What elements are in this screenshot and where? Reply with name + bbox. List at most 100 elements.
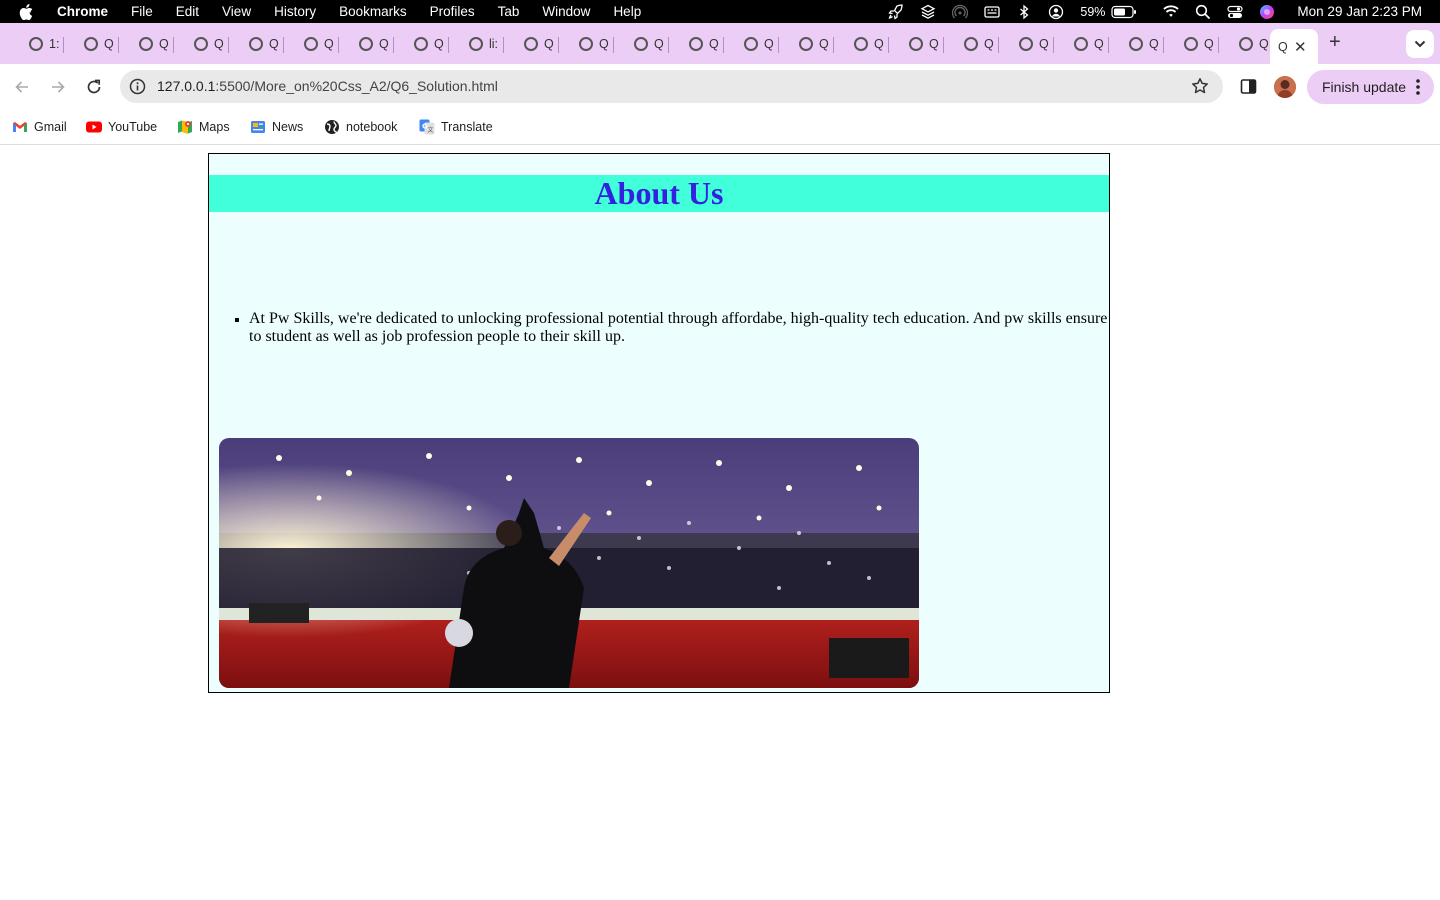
tab-label: Q (1204, 37, 1214, 51)
tab-favicon-globe-icon (359, 37, 373, 51)
back-button[interactable] (10, 75, 34, 99)
bookmark-news[interactable]: News (250, 118, 303, 136)
menu-file[interactable]: File (131, 4, 153, 19)
tab-favicon-globe-icon (744, 37, 758, 51)
tab-item[interactable]: Q (944, 30, 999, 58)
profile-avatar[interactable] (1274, 76, 1296, 98)
tab-item[interactable]: Q (999, 30, 1054, 58)
menu-window[interactable]: Window (542, 4, 590, 19)
web-page: About Us At Pw Skills, we're dedicated t… (0, 145, 1440, 900)
bluetooth-icon[interactable] (1016, 4, 1032, 20)
tab-label: li: (489, 37, 499, 51)
tab-active[interactable]: Q ✕ (1270, 29, 1318, 64)
tab-item[interactable]: Q (834, 30, 889, 58)
bookmark-label: notebook (346, 120, 398, 134)
rocket-icon[interactable] (888, 3, 904, 20)
spotlight-search-icon[interactable] (1195, 4, 1211, 20)
tab-item[interactable]: Q (1054, 30, 1109, 58)
bookmark-maps[interactable]: Maps (177, 118, 230, 136)
tab-item[interactable]: Q (1164, 30, 1219, 58)
tab-item[interactable]: Q (504, 30, 559, 58)
tab-strip: Q Q Q Q Q Q Q Q Q Q Q Q Q Qli: Q Q Q Q Q Q Q 1: Q ✕ (0, 23, 1440, 64)
tab-item[interactable]: Q (724, 30, 779, 58)
wifi-icon[interactable] (1163, 4, 1180, 20)
bookmark-translate[interactable]: G文 Translate (419, 118, 493, 136)
tab-label: Q (819, 37, 829, 51)
page-title: About Us (594, 175, 724, 211)
url-text[interactable]: 127.0.0.1:5500/More_on%20Css_A2/Q6_Solut… (157, 78, 498, 94)
keyboard-icon[interactable] (984, 4, 1001, 20)
forward-button[interactable] (46, 75, 70, 99)
tab-item[interactable]: Q (889, 30, 944, 58)
menu-view[interactable]: View (222, 4, 251, 19)
tab-item[interactable]: Q (284, 30, 339, 58)
youtube-icon (86, 119, 102, 135)
tab-favicon-globe-icon (524, 37, 538, 51)
side-panel-icon[interactable] (1240, 78, 1257, 95)
tab-favicon-globe-icon (799, 37, 813, 51)
tab-item[interactable]: Q (1109, 30, 1164, 58)
battery-icon[interactable] (1111, 4, 1137, 20)
tab-item[interactable]: li: (449, 30, 504, 58)
arrow-right-icon (52, 81, 65, 93)
status-area: 59% Mon 29 Jan 2:23 PM (888, 0, 1440, 23)
tab-label: Q (214, 37, 224, 51)
address-bar[interactable]: 127.0.0.1:5500/More_on%20Css_A2/Q6_Solut… (120, 70, 1223, 103)
tab-item[interactable]: Q (614, 30, 669, 58)
tab-favicon-globe-icon (304, 37, 318, 51)
event-photo (219, 438, 919, 688)
tab-favicon-globe-icon (909, 37, 923, 51)
tab-favicon-globe-icon (1239, 37, 1253, 51)
tab-favicon-globe-icon (854, 37, 868, 51)
tab-label: Q (984, 37, 994, 51)
tab-label: Q (434, 37, 444, 51)
bookmark-youtube[interactable]: YouTube (86, 118, 157, 136)
tab-favicon-globe-icon (634, 37, 648, 51)
tab-favicon-globe-icon (689, 37, 703, 51)
event-photo-image (219, 438, 919, 688)
battery-percentage: 59% (1080, 4, 1106, 19)
more-menu-icon[interactable] (1416, 78, 1420, 96)
tab-favicon-globe-icon (84, 37, 98, 51)
bookmark-gmail[interactable]: Gmail (12, 118, 67, 136)
new-tab-button[interactable]: + (1329, 32, 1347, 53)
tab-label: Q (544, 37, 554, 51)
menu-chrome[interactable]: Chrome (57, 4, 108, 19)
menu-tab[interactable]: Tab (498, 4, 520, 19)
site-info-icon[interactable] (129, 78, 146, 95)
apple-icon[interactable] (19, 3, 33, 20)
menu-clock[interactable]: Mon 29 Jan 2:23 PM (1297, 4, 1422, 19)
close-tab-icon[interactable]: ✕ (1294, 38, 1307, 56)
tab-search-button[interactable] (1406, 30, 1434, 58)
user-account-icon[interactable] (1048, 4, 1064, 20)
tab-item[interactable]: Q (779, 30, 834, 58)
menu-help[interactable]: Help (613, 4, 641, 19)
tab-item[interactable]: Q (394, 30, 449, 58)
menu-history[interactable]: History (274, 4, 316, 19)
layers-icon[interactable] (920, 4, 936, 20)
tab-item[interactable]: Q (559, 30, 614, 58)
control-center-icon[interactable] (1227, 4, 1244, 20)
airdrop-icon[interactable] (952, 4, 969, 20)
menu-profiles[interactable]: Profiles (430, 4, 475, 19)
tab-item[interactable]: Q (119, 30, 174, 58)
bookmark-notebook[interactable]: notebook (324, 118, 397, 136)
tab-label: Q (929, 37, 939, 51)
tab-favicon-globe-icon (579, 37, 593, 51)
tab-label: Q (269, 37, 279, 51)
finish-update-button[interactable]: Finish update (1307, 70, 1434, 104)
tab-item[interactable]: Q (229, 30, 284, 58)
tab-item[interactable]: Q (669, 30, 724, 58)
siri-icon[interactable] (1259, 4, 1275, 20)
tab-item[interactable]: Q (64, 30, 119, 58)
tab-label: Q (1149, 37, 1159, 51)
bookmark-star-icon[interactable] (1191, 77, 1209, 95)
tab-item[interactable]: 1: (9, 30, 64, 58)
tab-item[interactable]: Q (339, 30, 394, 58)
menu-edit[interactable]: Edit (176, 4, 199, 19)
tab-item[interactable]: Q (1219, 30, 1274, 58)
menu-bookmarks[interactable]: Bookmarks (339, 4, 407, 19)
tab-favicon-globe-icon (469, 37, 483, 51)
tab-item[interactable]: Q (174, 30, 229, 58)
reload-button[interactable] (82, 75, 106, 99)
